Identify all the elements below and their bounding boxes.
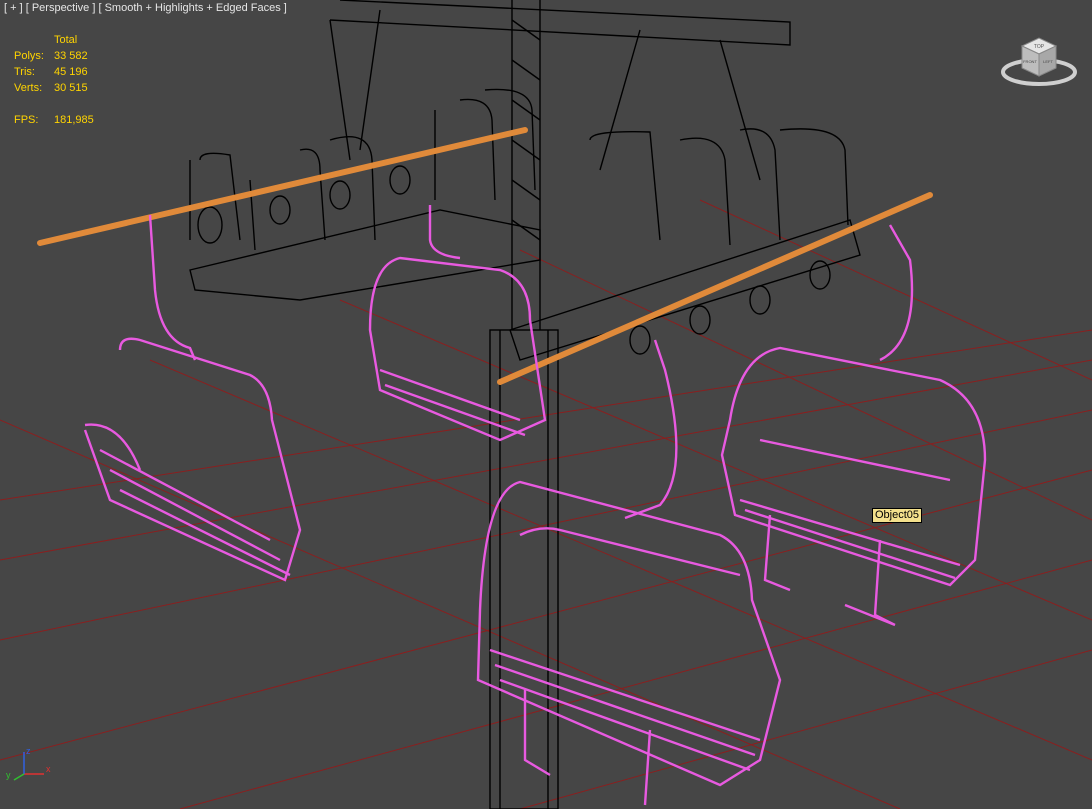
viewcube-front-label: FRONT (1023, 59, 1037, 64)
stats-verts-row: Verts: 30 515 (14, 80, 114, 96)
statistics-overlay: Total Polys: 33 582 Tris: 45 196 Verts: … (14, 32, 114, 128)
axis-tripod-icon: x z y (6, 746, 51, 781)
stats-verts-label: Verts: (14, 82, 43, 94)
selected-chairs[interactable] (83, 205, 987, 806)
stats-tris-label: Tris: (14, 66, 35, 78)
viewcube-left-label: LEFT (1043, 59, 1053, 64)
viewport-menu-plus[interactable]: [ + ] (4, 2, 23, 14)
stats-polys-value: 33 582 (54, 50, 88, 62)
perspective-viewport[interactable]: [ + ] [ Perspective ] [ Smooth + Highlig… (0, 0, 1092, 809)
viewcube-icon[interactable]: TOP FRONT LEFT (1000, 32, 1078, 88)
viewport-menu-view[interactable]: [ Perspective ] (26, 2, 96, 14)
stats-polys-label: Polys: (14, 50, 44, 62)
viewport-label: [ + ] [ Perspective ] [ Smooth + Highlig… (4, 2, 287, 14)
stats-header: Total (54, 34, 78, 46)
stats-polys-row: Polys: 33 582 (14, 48, 114, 64)
tower-structure[interactable] (189, 0, 861, 809)
stats-tris-value: 45 196 (54, 66, 88, 78)
axis-x-label: x (46, 764, 51, 774)
scene-canvas[interactable] (0, 0, 1092, 809)
axis-z-label: z (26, 746, 31, 756)
ground-grid (0, 199, 1092, 809)
viewport-menu-shading[interactable]: [ Smooth + Highlights + Edged Faces ] (98, 2, 286, 14)
object-tooltip: Object05 (872, 508, 923, 523)
stats-fps-label: FPS: (14, 114, 39, 126)
stats-tris-row: Tris: 45 196 (14, 64, 114, 80)
stats-fps-row: FPS: 181,985 (14, 112, 114, 128)
stats-fps-value: 181,985 (54, 114, 94, 126)
axis-y-label: y (6, 770, 11, 780)
haul-cables[interactable] (37, 127, 933, 385)
viewcube-top-label: TOP (1034, 44, 1045, 50)
stats-verts-value: 30 515 (54, 82, 88, 94)
